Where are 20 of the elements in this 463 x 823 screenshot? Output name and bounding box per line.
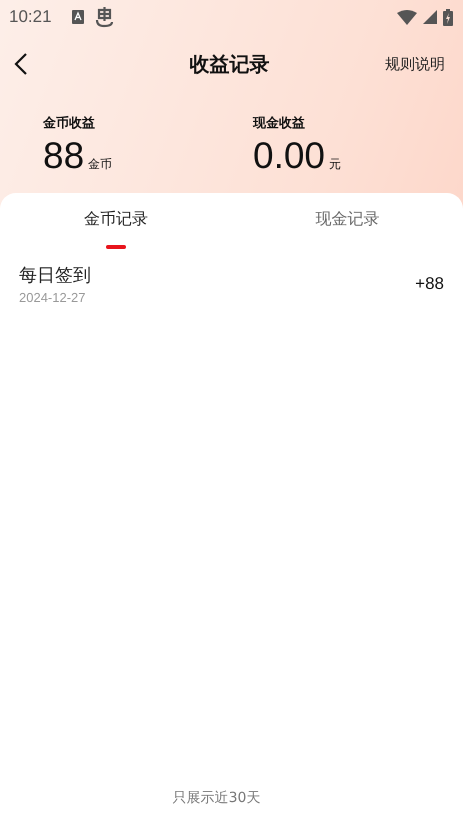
stat-unit: 元 (329, 156, 342, 173)
keyboard-icon (72, 10, 84, 24)
page-title: 收益记录 (190, 50, 270, 78)
stat-unit: 金币 (88, 156, 112, 173)
stat-label: 现金收益 (253, 115, 306, 132)
rules-link[interactable]: 规则说明 (385, 54, 445, 74)
status-time: 10:21 (9, 7, 52, 27)
stat-value: 88 (43, 135, 84, 177)
signal-icon (423, 10, 437, 24)
tab[interactable]: 现金记录 (311, 207, 384, 232)
stat-label: 金币收益 (43, 114, 96, 132)
wifi-icon (397, 10, 417, 24)
stat-value: 0.00 (253, 135, 326, 177)
tab[interactable]: 金币记录 (80, 207, 152, 232)
footer-note: 只展示近30天 (172, 789, 260, 808)
record-amount: +88 (415, 274, 444, 294)
record-title: 每日签到 (19, 264, 91, 287)
record-date: 2024-12-27 (19, 290, 86, 305)
back-icon[interactable] (14, 52, 28, 76)
battery-icon (443, 8, 453, 26)
